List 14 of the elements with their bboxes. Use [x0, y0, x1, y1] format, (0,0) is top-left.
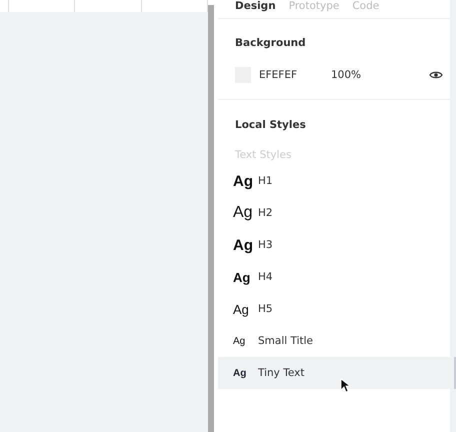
tab[interactable]: Design — [235, 0, 276, 12]
text-style-item[interactable]: Ag H1 — [218, 165, 450, 197]
scrollbar[interactable] — [208, 5, 214, 432]
eye-icon[interactable] — [429, 70, 443, 80]
text-style-item[interactable]: Ag H4 — [218, 261, 450, 293]
text-style-item[interactable]: Ag H5 — [218, 293, 450, 325]
section-title: Background — [235, 37, 307, 49]
opacity-value[interactable]: 100% — [331, 69, 362, 81]
text-style-item[interactable]: Ag H2 — [218, 197, 450, 229]
section-title: Local Styles — [234, 119, 307, 131]
hex-value[interactable]: EFEFEF — [259, 69, 331, 81]
mouse-pointer-icon — [340, 378, 350, 393]
text-style-item[interactable]: Ag Small Title — [218, 325, 450, 357]
text-style-item[interactable]: Ag H3 — [218, 229, 450, 261]
